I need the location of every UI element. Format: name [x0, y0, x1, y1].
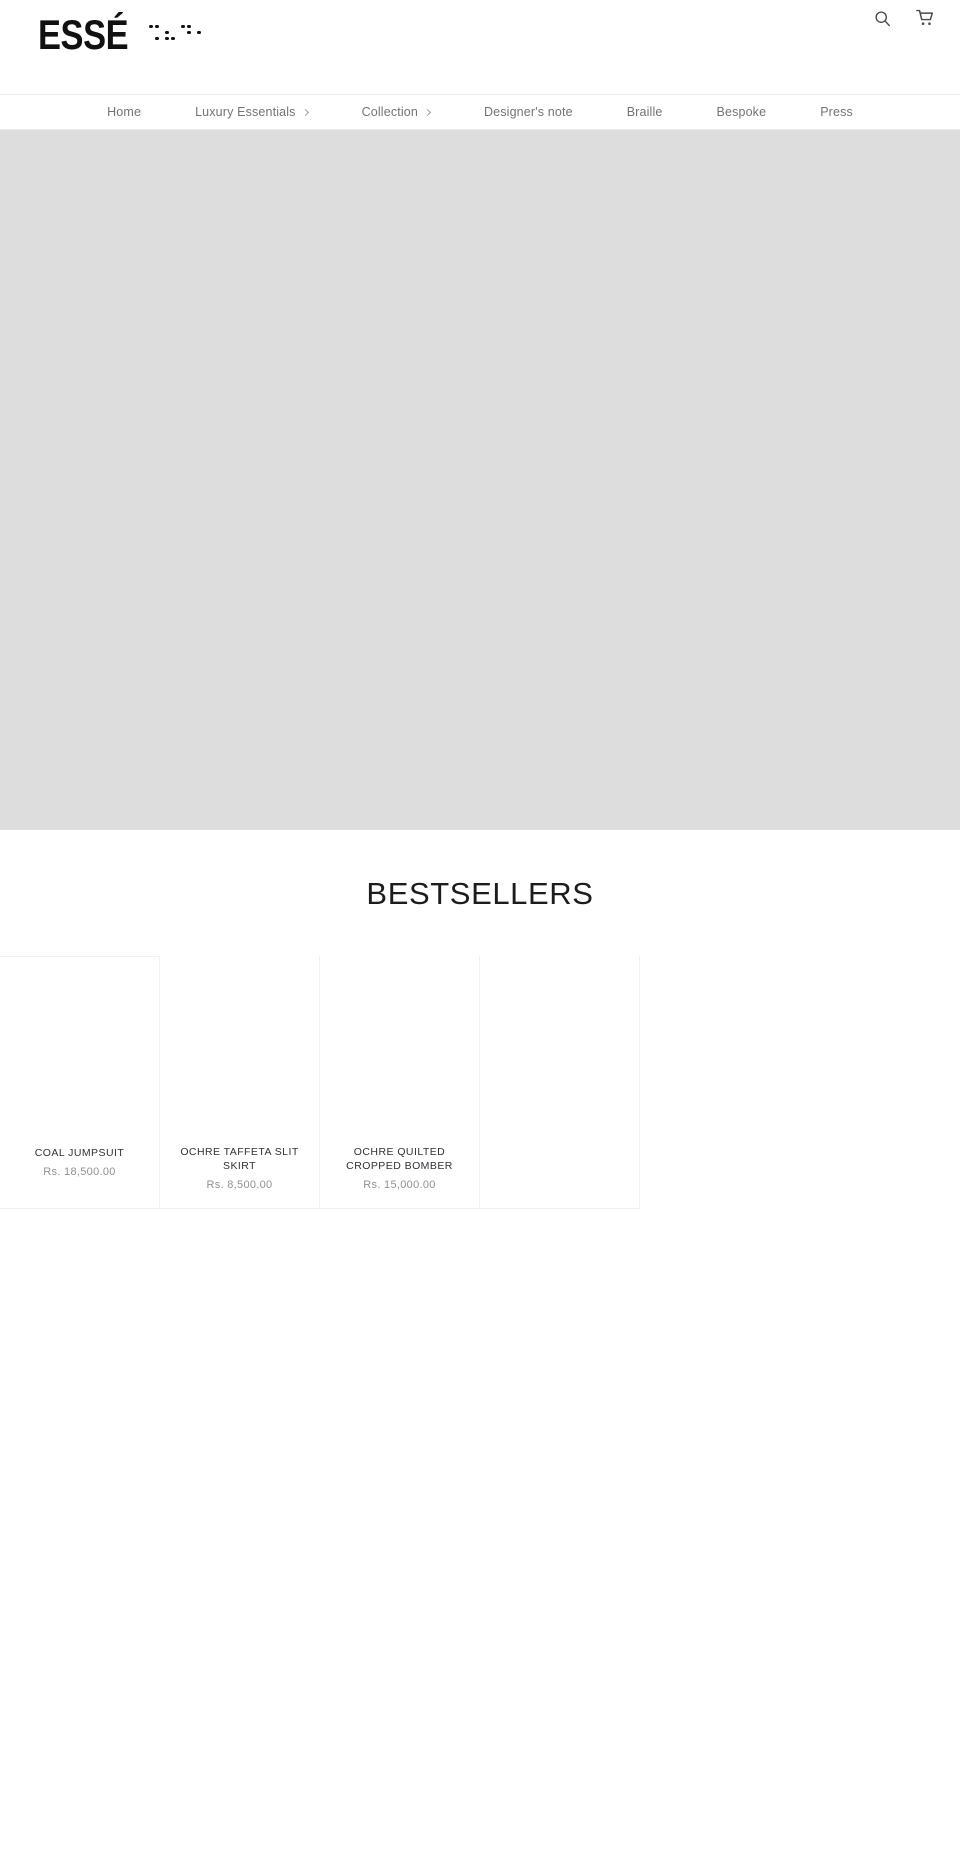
nav-link[interactable]: Collection	[335, 95, 457, 129]
nav-item-label: Designer's note	[483, 105, 573, 119]
braille-dot	[155, 36, 159, 41]
nav-link[interactable]: Braille	[600, 95, 690, 129]
braille-logo-icon	[149, 24, 208, 46]
product-info: OCHRE QUILTED CROPPED BOMBER Rs. 15,000.0…	[320, 1132, 479, 1208]
nav-link[interactable]: Press	[793, 95, 880, 129]
braille-dot	[181, 31, 185, 35]
braille-dot	[187, 30, 191, 35]
braille-dot	[155, 24, 159, 29]
product-image	[0, 957, 159, 1133]
product-info: COAL JUMPSUIT Rs. 18,500.00	[0, 1133, 159, 1195]
product-image	[320, 956, 479, 1132]
nav-item-home[interactable]: Home	[80, 95, 168, 129]
search-icon[interactable]	[869, 5, 895, 31]
nav-item-designer-s-note[interactable]: Designer's note	[457, 95, 600, 129]
braille-dot	[181, 37, 185, 41]
braille-dot	[181, 24, 185, 29]
braille-cell	[149, 24, 160, 42]
product-title: OCHRE TAFFETA SLIT SKIRT	[180, 1146, 299, 1172]
nav-item-bespoke[interactable]: Bespoke	[689, 95, 793, 129]
braille-dot	[171, 36, 175, 41]
nav-link[interactable]: Bespoke	[689, 95, 793, 129]
braille-dot	[165, 36, 169, 41]
product-grid: COAL JUMPSUIT Rs. 18,500.00 OCHRE TAFFETA …	[0, 956, 960, 1209]
braille-dot	[187, 24, 191, 29]
product-card[interactable]: OCHRE QUILTED CROPPED BOMBER Rs. 15,000.0…	[320, 956, 480, 1209]
product-price: Rs. 15,000.00	[363, 1179, 436, 1191]
nav-item-luxury-essentials[interactable]: Luxury Essentials	[168, 95, 335, 129]
chevron-right-icon	[301, 108, 309, 116]
page-title: BESTSELLERS	[366, 876, 594, 911]
cart-icon[interactable]	[912, 5, 938, 31]
chevron-right-icon	[423, 108, 432, 116]
braille-dot	[203, 25, 207, 29]
braille-dot	[197, 30, 201, 35]
product-image	[160, 956, 319, 1132]
braille-cell	[197, 25, 208, 42]
hero-banner[interactable]	[0, 130, 960, 830]
nav-item-press[interactable]: Press	[793, 95, 880, 129]
nav-item-collection[interactable]: Collection	[335, 95, 457, 129]
site-logo[interactable]: ESSÉ	[38, 14, 208, 56]
nav-list: Home Luxury Essentials Collection Designer'…	[80, 95, 880, 129]
braille-cell	[181, 24, 192, 42]
nav-link[interactable]: Home	[80, 95, 168, 129]
braille-dot	[171, 25, 175, 29]
bestsellers-section: BESTSELLERS COAL JUMPSUIT Rs. 18,500.00 OC…	[0, 830, 960, 1209]
braille-dot	[197, 37, 201, 41]
nav-link[interactable]: Luxury Essentials	[168, 95, 335, 129]
product-title: COAL JUMPSUIT	[34, 1147, 125, 1159]
nav-item-label: Braille	[626, 105, 663, 119]
product-info: OCHRE TAFFETA SLIT SKIRT Rs. 8,500.00	[160, 1132, 319, 1208]
braille-dot	[187, 37, 191, 41]
braille-dot	[171, 31, 175, 35]
braille-dot	[203, 31, 207, 35]
header-icon-group	[869, 0, 938, 36]
braille-dot	[149, 24, 153, 29]
braille-cell	[165, 25, 176, 42]
nav-item-label: Collection	[361, 105, 418, 119]
braille-dot	[165, 25, 169, 29]
nav-link[interactable]: Designer's note	[457, 95, 600, 129]
product-card[interactable]: OCHRE TAFFETA SLIT SKIRT Rs. 8,500.00	[160, 956, 320, 1209]
product-title: OCHRE QUILTED CROPPED BOMBER	[346, 1146, 453, 1172]
braille-dot	[149, 31, 153, 35]
braille-dot	[155, 31, 159, 35]
logo-wordmark: ESSÉ	[38, 11, 129, 58]
product-card[interactable]: COAL JUMPSUIT Rs. 18,500.00	[0, 956, 160, 1209]
braille-dot	[165, 30, 169, 35]
nav-item-braille[interactable]: Braille	[600, 95, 690, 129]
product-price: Rs. 18,500.00	[43, 1166, 116, 1178]
braille-dot	[203, 37, 207, 41]
nav-item-label: Bespoke	[716, 105, 767, 119]
product-card[interactable]	[480, 956, 640, 1209]
braille-dot	[149, 37, 153, 41]
nav-item-label: Luxury Essentials	[195, 105, 296, 119]
site-header: ESSÉ	[0, 0, 960, 95]
product-image	[480, 956, 639, 1132]
braille-dot	[197, 25, 201, 29]
main-navigation: Home Luxury Essentials Collection Designer'…	[0, 95, 960, 130]
nav-item-label: Press	[820, 105, 853, 119]
nav-item-label: Home	[107, 105, 142, 119]
product-price: Rs. 8,500.00	[206, 1179, 273, 1191]
